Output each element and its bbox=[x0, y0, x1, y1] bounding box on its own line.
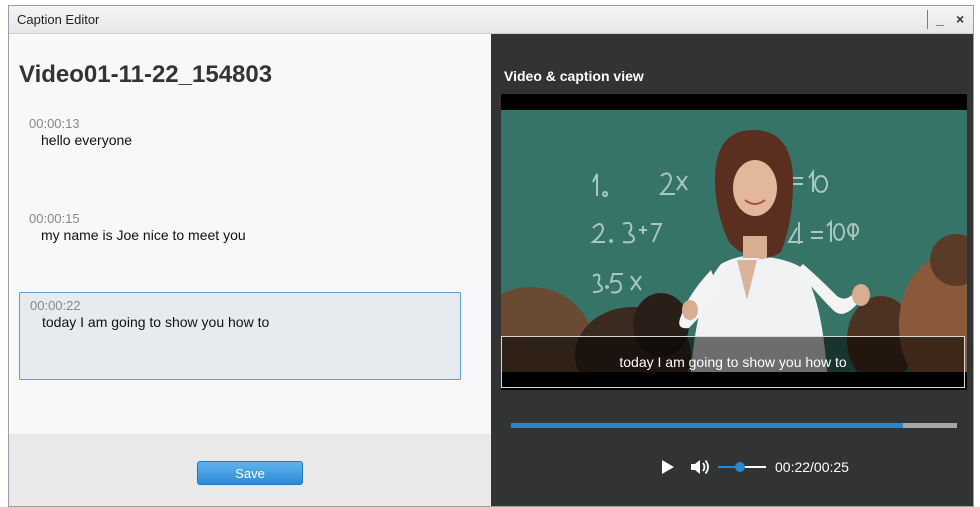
window-title: Caption Editor bbox=[17, 12, 100, 27]
caption-timestamp: 00:00:22 bbox=[30, 298, 81, 313]
caption-text: my name is Joe nice to meet you bbox=[41, 227, 246, 243]
caption-overlay-text: today I am going to show you how to bbox=[619, 354, 847, 370]
minimize-button[interactable]: _ bbox=[936, 9, 944, 29]
video-title: Video01-11-22_154803 bbox=[19, 61, 273, 88]
playback-controls: 00:22/00:25 bbox=[491, 458, 973, 482]
time-readout: 00:22/00:25 bbox=[775, 459, 849, 475]
caption-list-pane: Video01-11-22_154803 00:00:13 hello ever… bbox=[9, 34, 491, 506]
caption-entry-selected[interactable]: 00:00:22 today I am going to show you ho… bbox=[19, 292, 461, 380]
progress-fill bbox=[511, 423, 904, 428]
video-preview-pane: Video & caption view today I am going to… bbox=[491, 34, 973, 506]
volume-icon[interactable] bbox=[689, 458, 711, 476]
play-button[interactable] bbox=[662, 460, 674, 474]
video-frame-image bbox=[501, 110, 967, 372]
preview-heading: Video & caption view bbox=[504, 68, 644, 84]
video-progress-bar[interactable] bbox=[511, 423, 957, 428]
caption-timestamp: 00:00:13 bbox=[29, 116, 80, 131]
close-button[interactable]: × bbox=[956, 9, 964, 29]
caption-entry[interactable]: 00:00:13 hello everyone bbox=[19, 114, 461, 150]
caption-editor-window: Caption Editor _ × Video01-11-22_154803 … bbox=[8, 5, 974, 507]
title-separator bbox=[927, 10, 928, 29]
editor-footer: Save bbox=[9, 434, 491, 506]
caption-text-editor[interactable]: today I am going to show you how to bbox=[42, 314, 450, 330]
caption-timestamp: 00:00:15 bbox=[29, 211, 80, 226]
title-bar: Caption Editor _ × bbox=[9, 6, 973, 34]
volume-knob[interactable] bbox=[734, 462, 745, 472]
volume-slider[interactable] bbox=[718, 458, 766, 476]
caption-text: hello everyone bbox=[41, 132, 133, 148]
caption-entry[interactable]: 00:00:15 my name is Joe nice to meet you bbox=[19, 209, 461, 245]
save-button[interactable]: Save bbox=[197, 461, 303, 485]
caption-overlay: today I am going to show you how to bbox=[501, 336, 965, 388]
video-player[interactable]: today I am going to show you how to bbox=[501, 94, 967, 390]
